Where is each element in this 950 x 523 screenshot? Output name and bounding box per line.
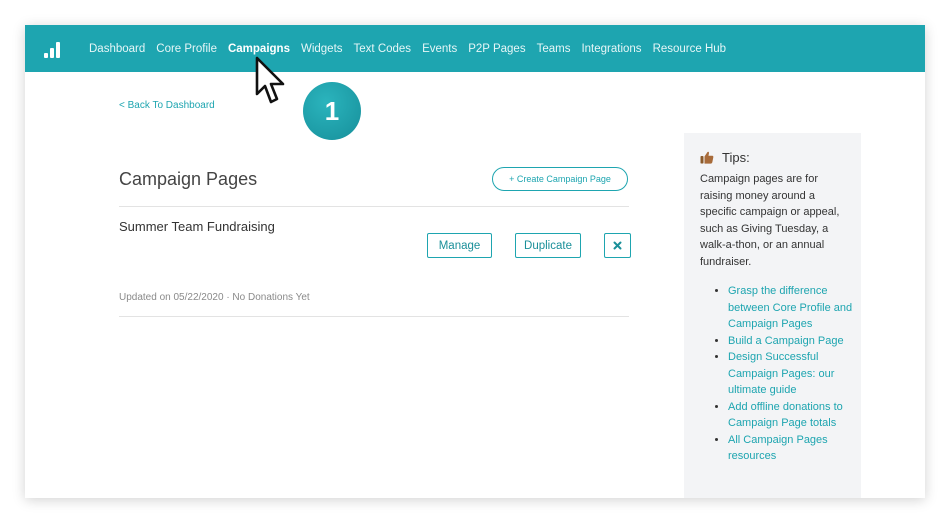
tip-link-offline-donations[interactable]: Add offline donations to Campaign Page t…	[728, 401, 843, 430]
nav-item-dashboard[interactable]: Dashboard	[89, 43, 145, 55]
nav-item-campaigns[interactable]: Campaigns	[228, 43, 290, 55]
top-navbar: Dashboard Core Profile Campaigns Widgets…	[25, 25, 925, 72]
campaign-updated-status: Updated on 05/22/2020 · No Donations Yet	[119, 292, 310, 303]
tips-panel: Tips: Campaign pages are for raising mon…	[684, 133, 861, 498]
tips-title: Tips:	[722, 150, 750, 165]
delete-button[interactable]	[604, 233, 631, 258]
tip-link-build-campaign-page[interactable]: Build a Campaign Page	[728, 335, 844, 347]
tips-description: Campaign pages are for raising money aro…	[700, 173, 840, 268]
tip-link-all-resources[interactable]: All Campaign Pages resources	[728, 434, 828, 463]
nav-item-widgets[interactable]: Widgets	[301, 43, 343, 55]
duplicate-button[interactable]: Duplicate	[515, 233, 581, 258]
mouse-cursor-icon	[255, 56, 285, 104]
tip-link-design-guide[interactable]: Design Successful Campaign Pages: our ul…	[728, 351, 834, 396]
nav-item-integrations[interactable]: Integrations	[581, 43, 641, 55]
tips-links: Grasp the difference between Core Profil…	[700, 283, 858, 465]
nav-item-text-codes[interactable]: Text Codes	[354, 43, 412, 55]
app-window: Dashboard Core Profile Campaigns Widgets…	[25, 25, 925, 498]
page-title: Campaign Pages	[119, 169, 258, 189]
thumbs-up-icon	[700, 151, 714, 164]
divider	[119, 206, 629, 207]
tips-header: Tips:	[700, 150, 750, 165]
list-item: Grasp the difference between Core Profil…	[728, 283, 858, 333]
manage-button[interactable]: Manage	[427, 233, 492, 258]
list-item: All Campaign Pages resources	[728, 432, 858, 465]
tip-link-core-vs-campaign[interactable]: Grasp the difference between Core Profil…	[728, 285, 852, 330]
list-item: Add offline donations to Campaign Page t…	[728, 399, 858, 432]
divider	[119, 316, 629, 317]
close-icon	[613, 241, 622, 250]
nav-menu: Dashboard Core Profile Campaigns Widgets…	[89, 25, 737, 72]
back-to-dashboard-link[interactable]: < Back To Dashboard	[119, 100, 215, 111]
step-number-badge: 1	[303, 82, 361, 140]
logo-icon[interactable]	[43, 40, 63, 58]
list-item: Build a Campaign Page	[728, 333, 858, 350]
nav-item-p2p-pages[interactable]: P2P Pages	[468, 43, 525, 55]
nav-item-resource-hub[interactable]: Resource Hub	[653, 43, 727, 55]
list-item: Design Successful Campaign Pages: our ul…	[728, 349, 858, 399]
nav-item-events[interactable]: Events	[422, 43, 457, 55]
nav-item-core-profile[interactable]: Core Profile	[156, 43, 217, 55]
nav-item-teams[interactable]: Teams	[537, 43, 571, 55]
campaign-name: Summer Team Fundraising	[119, 219, 275, 234]
create-campaign-page-button[interactable]: + Create Campaign Page	[492, 167, 628, 191]
